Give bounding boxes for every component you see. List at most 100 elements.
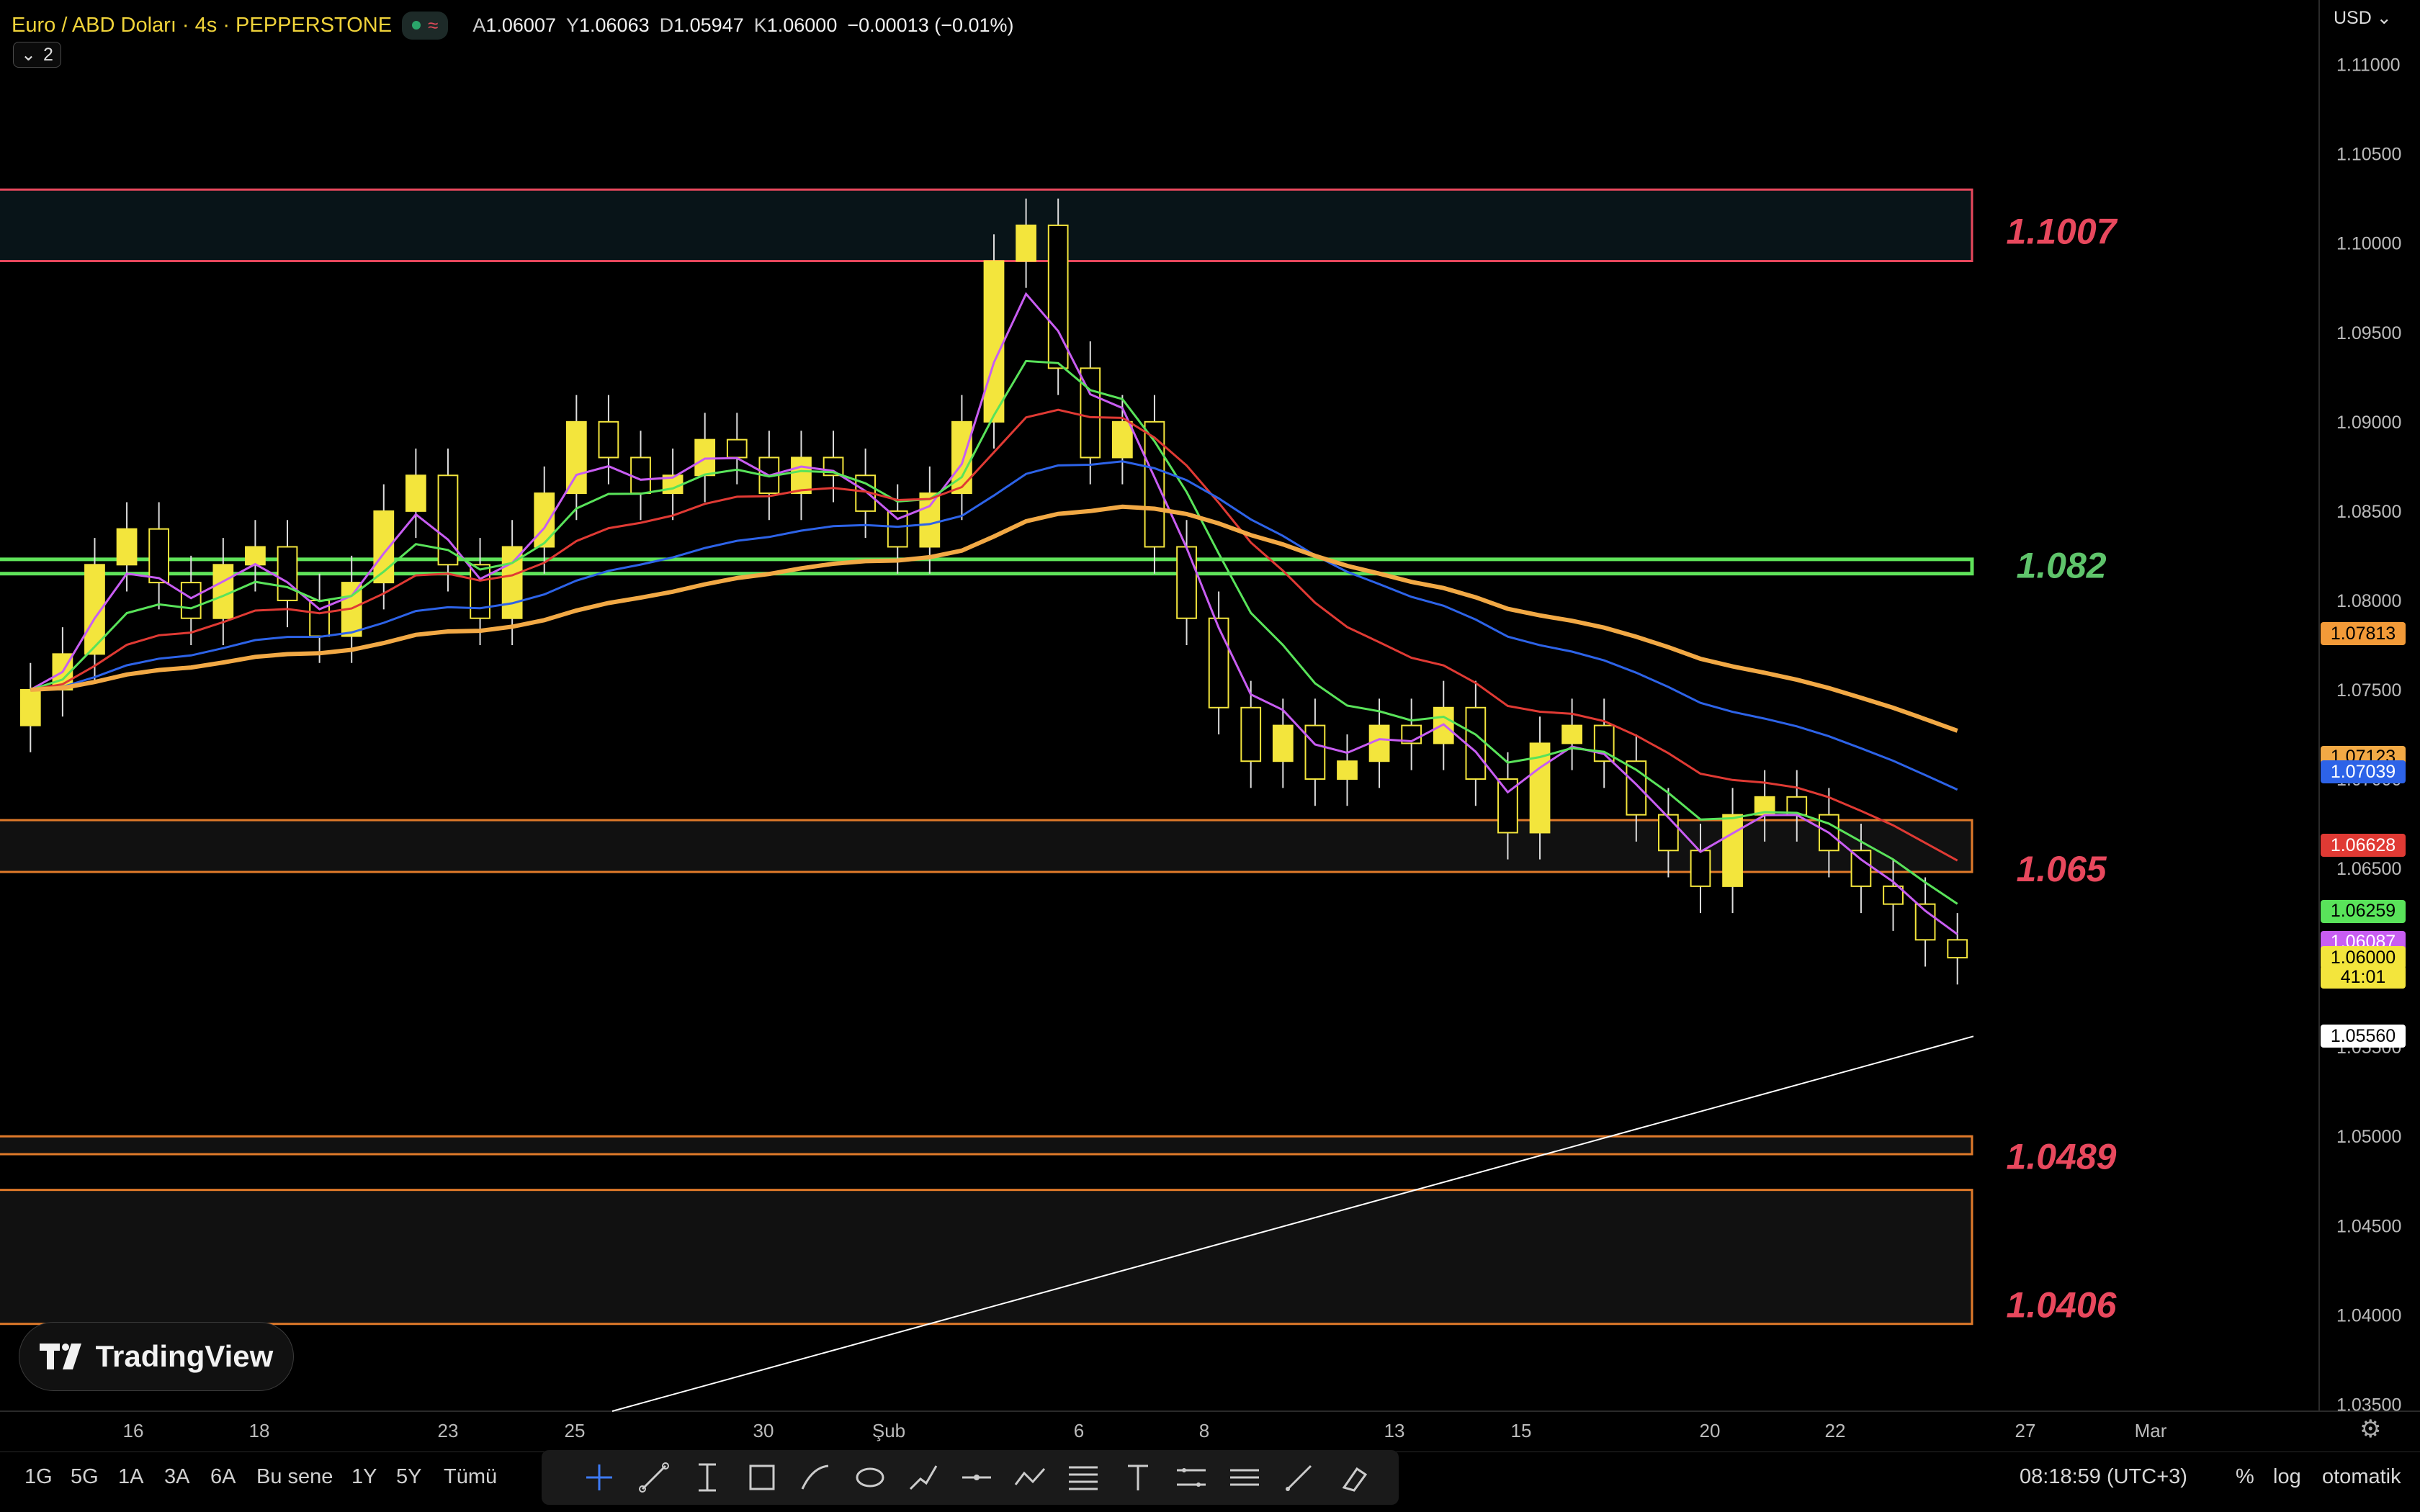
- price-tag: 1.06628: [2321, 834, 2406, 858]
- price-tag: 1.07813: [2321, 622, 2406, 646]
- level-label-3: 1.0489: [2007, 1137, 2117, 1177]
- text-tool-icon[interactable]: [1121, 1460, 1155, 1495]
- zone-4: [0, 1189, 1973, 1326]
- ohlc-low: D1.05947: [659, 14, 744, 36]
- candle-body-31: [1016, 224, 1036, 262]
- price-tick: 1.07500: [2336, 680, 2401, 701]
- text-cursor-icon[interactable]: [690, 1460, 725, 1495]
- time-tick: 8: [1199, 1420, 1209, 1441]
- candle-body-22: [726, 438, 748, 459]
- price-tick: 1.09500: [2336, 323, 2401, 343]
- ellipse-icon[interactable]: [853, 1460, 887, 1495]
- price-tag: 1.07039: [2321, 760, 2406, 784]
- candle-body-14: [470, 564, 490, 619]
- price-tick: 1.08500: [2336, 502, 2401, 522]
- candle-body-40: [1304, 724, 1326, 780]
- price-tick: 1.10000: [2336, 234, 2401, 254]
- pen-icon[interactable]: [1282, 1460, 1317, 1495]
- candle-body-36: [1176, 546, 1197, 619]
- candle-body-52: [1690, 850, 1711, 887]
- candle-body-38: [1240, 706, 1262, 762]
- tradingview-logo-icon: [39, 1344, 81, 1369]
- time-tick: 22: [1825, 1420, 1846, 1441]
- chevron-down-icon: ⌄: [21, 45, 36, 65]
- horizontal-ray-icon[interactable]: [959, 1460, 994, 1495]
- clock-readout[interactable]: 08:18:59 (UTC+3): [2020, 1465, 2187, 1489]
- ohlc-high: Y1.06063: [565, 14, 650, 36]
- time-tick: Mar: [2135, 1420, 2167, 1441]
- price-tick: 1.04000: [2336, 1305, 2401, 1326]
- path-icon[interactable]: [906, 1460, 941, 1495]
- time-tick: 20: [1700, 1420, 1721, 1441]
- status-pill[interactable]: ≈: [402, 11, 449, 40]
- brush-icon[interactable]: [798, 1460, 833, 1495]
- candle-body-13: [437, 474, 459, 566]
- range-3a[interactable]: 3A: [164, 1465, 189, 1489]
- ohlc-values: A1.06007 Y1.06063 D1.05947 K1.06000 −0.0…: [472, 14, 1013, 37]
- settings-gear-icon[interactable]: ⚙: [2360, 1415, 2381, 1444]
- symbol-title[interactable]: Euro / ABD Doları · 4s · PEPPERSTONE: [12, 14, 392, 37]
- range-5g[interactable]: 5G: [71, 1465, 99, 1489]
- log-toggle[interactable]: log: [2273, 1465, 2301, 1489]
- long-position-icon[interactable]: [1227, 1460, 1262, 1495]
- range-6a[interactable]: 6A: [210, 1465, 236, 1489]
- polyline-icon[interactable]: [1013, 1460, 1047, 1495]
- candle-body-24: [791, 456, 812, 495]
- indicator-count: 2: [42, 44, 53, 65]
- range-1a[interactable]: 1A: [118, 1465, 143, 1489]
- range-bu-sene[interactable]: Bu sene: [256, 1465, 333, 1489]
- parallel-channel-icon[interactable]: [1174, 1460, 1209, 1495]
- price-tick: 1.11000: [2336, 55, 2401, 76]
- price-tick: 1.09000: [2336, 413, 2401, 433]
- candle-body-19: [630, 456, 651, 495]
- candle-body-41: [1337, 760, 1358, 780]
- time-tick: Şub: [872, 1420, 905, 1441]
- eraser-icon[interactable]: [1337, 1460, 1371, 1495]
- crosshair-icon[interactable]: [582, 1460, 617, 1495]
- candle-body-18: [598, 420, 619, 459]
- candle-body-30: [983, 260, 1005, 423]
- candle-body-0: [19, 688, 41, 726]
- auto-scale-toggle[interactable]: otomatik: [2322, 1465, 2401, 1489]
- range-tumu[interactable]: Tümü: [444, 1465, 497, 1489]
- price-tick: 1.04500: [2336, 1216, 2401, 1236]
- candle-body-42: [1368, 724, 1390, 762]
- market-open-dot: [412, 21, 421, 30]
- time-tick: 15: [1511, 1420, 1532, 1441]
- fib-retracement-icon[interactable]: [1066, 1460, 1101, 1495]
- candle-body-6: [212, 564, 234, 619]
- candle-body-32: [1047, 224, 1069, 369]
- candle-body-28: [919, 492, 941, 548]
- price-tick: 1.10500: [2336, 145, 2401, 165]
- candle-body-12: [405, 474, 426, 512]
- ohlc-close: K1.06000: [753, 14, 838, 36]
- candle-body-34: [1111, 420, 1133, 459]
- tradingview-logo[interactable]: TradingView: [19, 1322, 294, 1391]
- currency-select[interactable]: USD ⌄: [2334, 7, 2392, 29]
- time-tick: 16: [123, 1420, 144, 1441]
- candle-body-60: [1947, 939, 1968, 959]
- candle-body-16: [534, 492, 555, 548]
- level-label-1: 1.082: [2016, 545, 2106, 585]
- zone-0: [0, 188, 1973, 263]
- wave-icon: ≈: [428, 14, 439, 36]
- price-tag: 41:01: [2321, 966, 2406, 989]
- percent-toggle[interactable]: %: [2236, 1465, 2254, 1489]
- candle-body-45: [1465, 706, 1487, 780]
- level-label-4: 1.0406: [2007, 1284, 2118, 1325]
- range-1y[interactable]: 1Y: [351, 1465, 377, 1489]
- candle-body-57: [1850, 850, 1872, 887]
- candle-body-8: [277, 546, 298, 601]
- rectangle-icon[interactable]: [745, 1460, 779, 1495]
- level-label-2: 1.065: [2016, 849, 2107, 889]
- chart-canvas[interactable]: 1.1007 1.082 1.065 1.0489 1.0406 1.11000 1.105…: [0, 0, 2420, 1512]
- range-1g[interactable]: 1G: [24, 1465, 53, 1489]
- range-5y[interactable]: 5Y: [396, 1465, 421, 1489]
- indicators-toggle[interactable]: ⌄ 2: [13, 42, 61, 68]
- price-tick: 1.05000: [2336, 1127, 2401, 1147]
- price-tick: 1.06500: [2336, 859, 2401, 879]
- candle-body-39: [1272, 724, 1294, 762]
- candle-body-51: [1658, 814, 1679, 852]
- trend-line-icon[interactable]: [637, 1460, 671, 1495]
- candle-body-37: [1208, 617, 1229, 708]
